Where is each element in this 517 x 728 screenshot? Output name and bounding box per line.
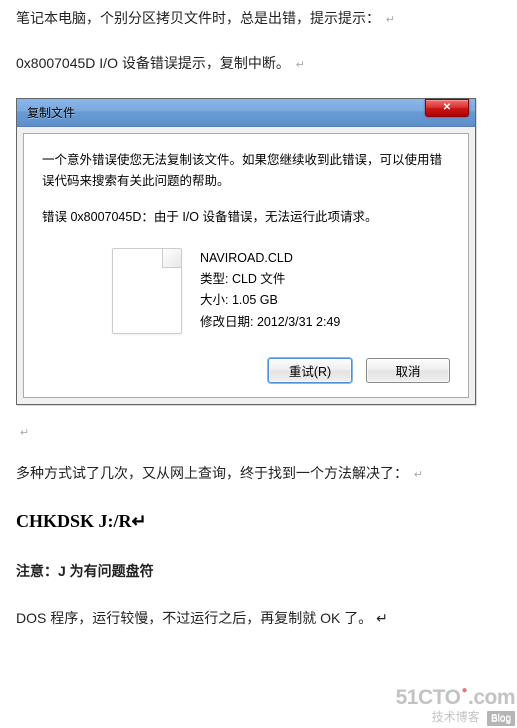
close-button[interactable] [425, 99, 469, 117]
watermark-badge: Blog [487, 711, 515, 726]
file-meta: NAVIROAD.CLD 类型: CLD 文件 大小: 1.05 GB 修改日期… [200, 248, 340, 333]
watermark: 51CTO●.com 技术博客 Blog [396, 687, 515, 726]
dialog-message: 一个意外错误使您无法复制该文件。如果您继续收到此错误，可以使用错误代码来搜索有关… [42, 150, 450, 193]
copy-file-dialog: 复制文件 一个意外错误使您无法复制该文件。如果您继续收到此错误，可以使用错误代码… [16, 98, 476, 405]
watermark-subline: 技术博客 Blog [396, 708, 515, 726]
dialog-body: 一个意外错误使您无法复制该文件。如果您继续收到此错误，可以使用错误代码来搜索有关… [23, 133, 469, 398]
intro-paragraph: 笔记本电脑，个别分区拷贝文件时，总是出错，提示提示： ↵ [16, 8, 501, 29]
dialog-titlebar: 复制文件 [17, 99, 475, 127]
note-label: 注意： [16, 563, 58, 579]
watermark-tagline: 技术博客 [432, 710, 480, 724]
watermark-brand-line: 51CTO●.com [396, 687, 515, 708]
method-paragraph: 多种方式试了几次，又从网上查询，终于找到一个方法解决了： ↵ [16, 463, 501, 484]
newline-mark: ↵ [386, 14, 395, 26]
newline-mark: ↵ [20, 425, 501, 442]
watermark-tld: .com [468, 686, 515, 709]
file-modified: 修改日期: 2012/3/31 2:49 [200, 312, 340, 333]
note-body: J 为有问题盘符 [58, 563, 154, 579]
retry-button[interactable]: 重试(R) [268, 358, 352, 383]
intro-text: 笔记本电脑，个别分区拷贝文件时，总是出错，提示提示： [16, 10, 380, 26]
file-icon [112, 248, 182, 334]
watermark-brand: 51CTO [396, 686, 461, 709]
close-icon [443, 100, 451, 115]
file-size: 大小: 1.05 GB [200, 290, 340, 311]
closing-paragraph: DOS 程序，运行较慢，不过运行之后，再复制就 OK 了。 ↵ [16, 608, 501, 629]
file-type: 类型: CLD 文件 [200, 269, 340, 290]
newline-mark: ↵ [296, 59, 305, 71]
file-info-row: NAVIROAD.CLD 类型: CLD 文件 大小: 1.05 GB 修改日期… [112, 248, 450, 334]
method-text: 多种方式试了几次，又从网上查询，终于找到一个方法解决了： [16, 465, 408, 481]
command-heading: CHKDSK J:/R↵ [16, 508, 501, 535]
file-name: NAVIROAD.CLD [200, 248, 340, 269]
dialog-screenshot: 复制文件 一个意外错误使您无法复制该文件。如果您继续收到此错误，可以使用错误代码… [16, 98, 501, 405]
watermark-dot-icon: ● [461, 685, 467, 696]
newline-mark: ↵ [376, 610, 388, 626]
newline-mark: ↵ [132, 511, 147, 531]
error-text: 0x8007045D I/O 设备错误提示，复制中断。 [16, 55, 290, 71]
dialog-error: 错误 0x8007045D：由于 I/O 设备错误，无法运行此项请求。 [42, 207, 450, 228]
dialog-button-row: 重试(R) 取消 [42, 358, 450, 383]
dialog-title: 复制文件 [27, 104, 425, 122]
cancel-button[interactable]: 取消 [366, 358, 450, 383]
closing-text: DOS 程序，运行较慢，不过运行之后，再复制就 OK 了。 [16, 610, 372, 626]
note-paragraph: 注意：J 为有问题盘符 [16, 561, 501, 582]
newline-mark: ↵ [414, 469, 423, 481]
command-text: CHKDSK J:/R [16, 511, 132, 531]
error-paragraph: 0x8007045D I/O 设备错误提示，复制中断。 ↵ [16, 53, 501, 74]
